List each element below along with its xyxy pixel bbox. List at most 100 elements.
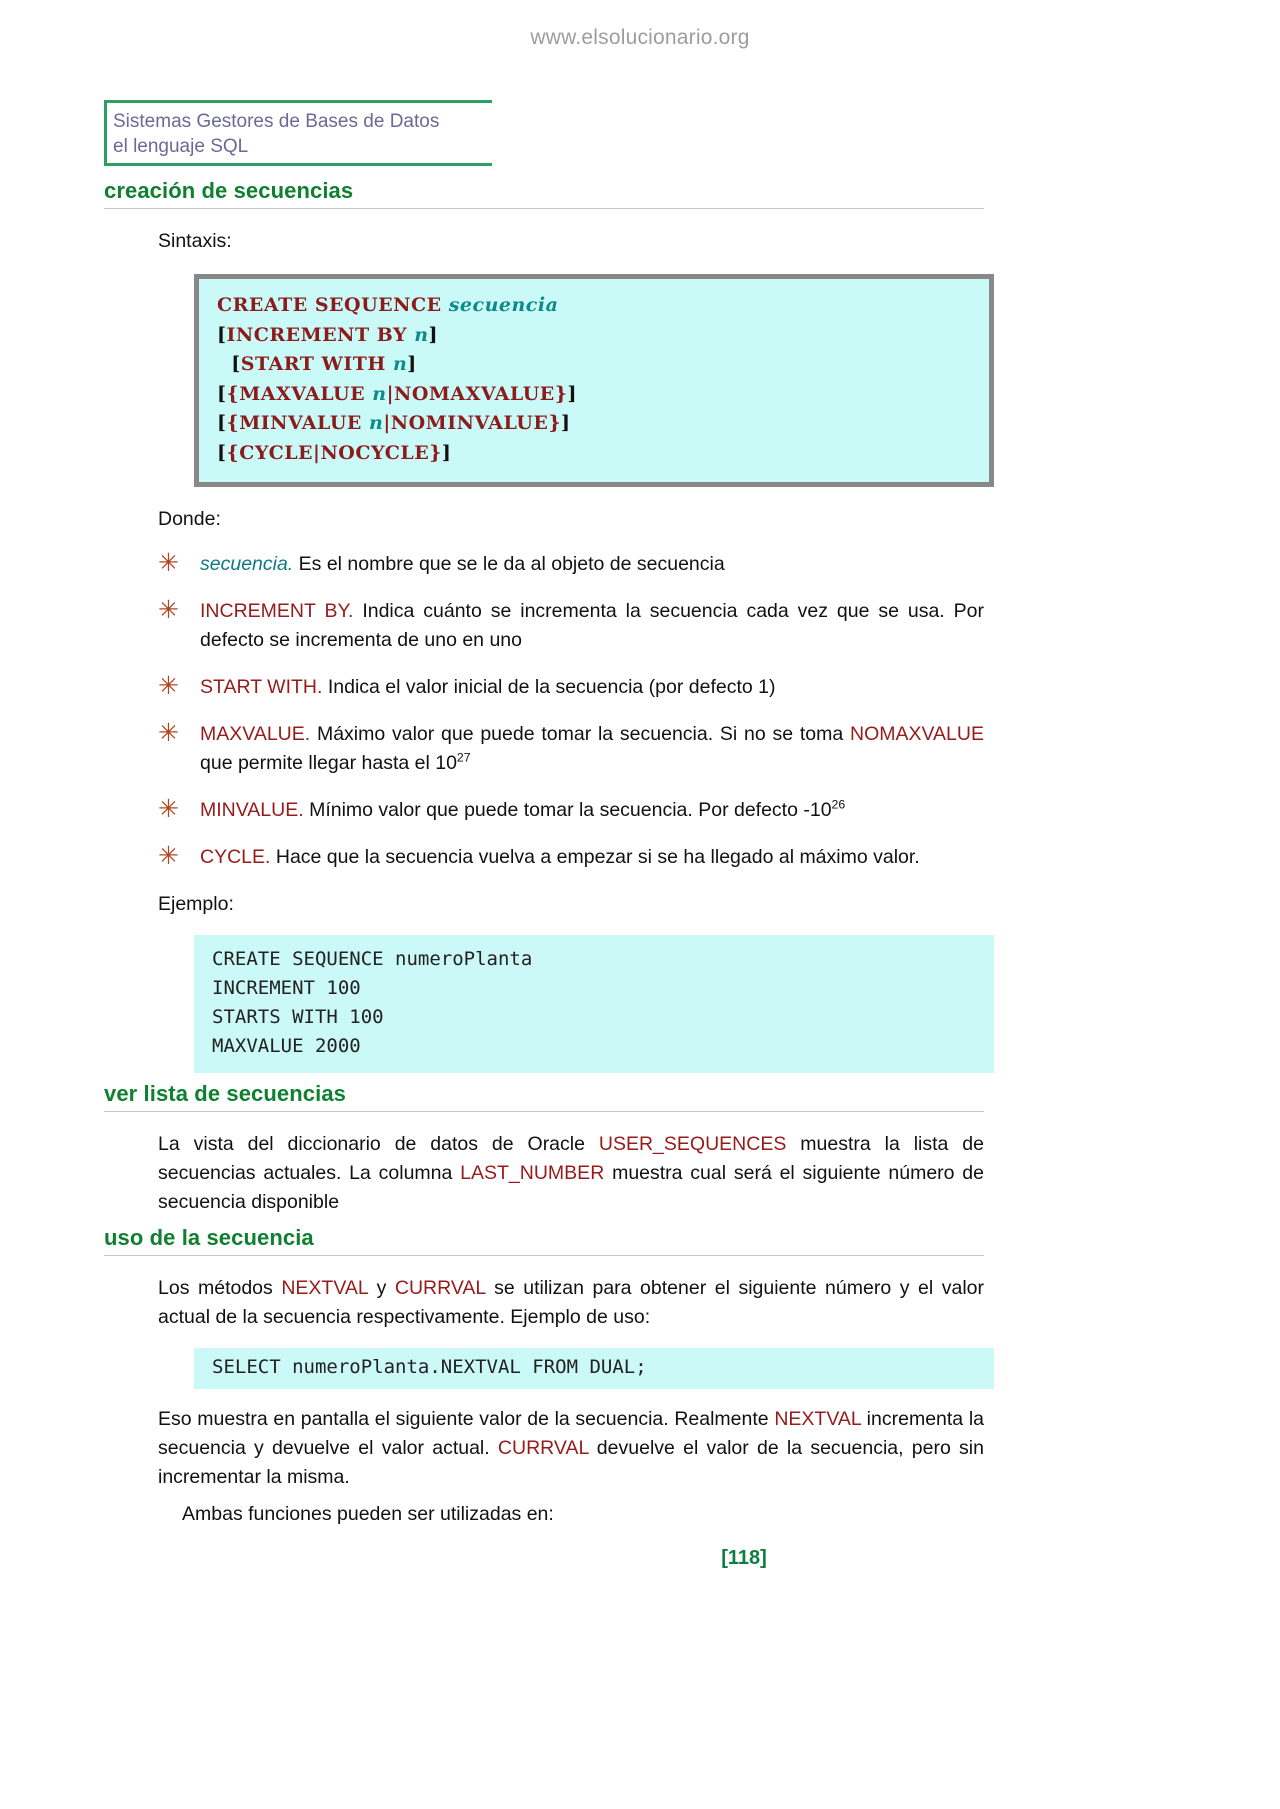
keyword-nextval-1: NEXTVAL (281, 1277, 369, 1299)
syntax-token: {CYCLE|NOCYCLE} (226, 441, 442, 464)
syntax-token: n (372, 382, 387, 405)
syntax-token: START WITH (240, 353, 393, 375)
syntax-code-line: CREATE SEQUENCE secuencia (217, 291, 971, 321)
bullet-description: Hace que la secuencia vuelva a empezar s… (270, 846, 920, 868)
syntax-token: [ (217, 353, 241, 375)
uso-paragraph-3: Ambas funciones pueden ser utilizadas en… (182, 1503, 554, 1525)
bullet-item: ✳ INCREMENT BY. Indica cuánto se incremen… (104, 597, 984, 655)
asterisk-bullet-icon: ✳ (158, 719, 179, 747)
page-content: Sistemas Gestores de Bases de Datos el l… (104, 100, 994, 1570)
syntax-token: n (392, 353, 408, 375)
section-heading-ver-lista-de-secuencias: ver lista de secuencias (104, 1081, 984, 1112)
keyword-last-number: LAST_NUMBER (460, 1162, 605, 1184)
example-code-block: CREATE SEQUENCE numeroPlanta INCREMENT 10… (194, 935, 994, 1073)
page-number: [118] (721, 1547, 767, 1569)
syntax-token: ] (407, 353, 417, 375)
uso-paragraph-2: Eso muestra en pantalla el siguiente val… (104, 1405, 984, 1492)
asterisk-bullet-icon: ✳ (158, 842, 179, 870)
bullet-text: INCREMENT BY. Indica cuánto se increment… (200, 597, 984, 655)
bullet-description: Máximo valor que puede tomar la secuenci… (310, 723, 850, 745)
bullet-inline-keyword: NOMAXVALUE (849, 723, 984, 745)
exponent: 27 (456, 750, 471, 765)
sintaxis-label: Sintaxis: (158, 230, 232, 252)
syntax-code-inner: CREATE SEQUENCE secuencia [INCREMENT BY n… (199, 279, 989, 482)
syntax-token: ] (567, 382, 578, 405)
syntax-token: {MINVALUE (226, 412, 369, 434)
uso2-text-1: Eso muestra en pantalla el siguiente val… (158, 1408, 775, 1430)
bullet-description: Indica el valor inicial de la secuencia … (322, 676, 776, 698)
syntax-token: [ (217, 382, 227, 405)
syntax-token: [ (217, 412, 227, 434)
syntax-token: ] (441, 441, 452, 464)
bullet-text: START WITH. Indica el valor inicial de l… (200, 673, 984, 702)
syntax-token: ] (428, 323, 439, 346)
document-page: www.elsolucionario.org Sistemas Gestores… (0, 0, 1280, 1809)
parameter-bullet-list: ✳ secuencia. Es el nombre que se le da al… (104, 550, 984, 872)
syntax-token: |NOMAXVALUE} (386, 382, 568, 405)
bullet-item: ✳ MAXVALUE. Máximo valor que puede tomar … (104, 720, 984, 778)
syntax-token: n (414, 323, 429, 346)
syntax-token: {MAXVALUE (226, 382, 373, 405)
asterisk-bullet-icon: ✳ (158, 795, 179, 823)
ver-lista-text-1: La vista del diccionario de datos de Ora… (158, 1133, 599, 1155)
bullet-term: MINVALUE. (200, 799, 304, 821)
running-header-line-1: Sistemas Gestores de Bases de Datos (113, 111, 440, 132)
keyword-nextval-2: NEXTVAL (774, 1408, 862, 1430)
exponent: 26 (831, 797, 846, 812)
syntax-code-lines: CREATE SEQUENCE secuencia [INCREMENT BY n… (217, 291, 971, 468)
syntax-code-line: [START WITH n] (217, 350, 971, 380)
asterisk-bullet-icon: ✳ (158, 549, 179, 577)
bullet-text: MINVALUE. Mínimo valor que puede tomar l… (200, 796, 984, 825)
running-header-box: Sistemas Gestores de Bases de Datos el l… (104, 100, 492, 166)
asterisk-bullet-icon: ✳ (158, 596, 179, 624)
section-heading-creacion-de-secuencias: creación de secuencias (104, 178, 984, 209)
syntax-token: n (369, 412, 384, 434)
example-code-line: STARTS WITH 100 (212, 1006, 384, 1028)
bullet-description: Es el nombre que se le da al objeto de s… (293, 553, 725, 575)
section-heading-uso-de-la-secuencia: uso de la secuencia (104, 1225, 984, 1256)
bullet-item: ✳ MINVALUE. Mínimo valor que puede tomar … (104, 796, 984, 825)
bullet-term: secuencia. (200, 553, 294, 575)
syntax-token: ] (561, 412, 571, 434)
syntax-token: |NOMINVALUE} (383, 412, 562, 434)
keyword-currval-2: CURRVAL (497, 1437, 589, 1459)
site-watermark: www.elsolucionario.org (530, 26, 750, 49)
bullet-description-2: que permite llegar hasta el 10 (200, 752, 457, 774)
bullet-term: START WITH. (200, 676, 323, 698)
syntax-code-block: CREATE SEQUENCE secuencia [INCREMENT BY n… (194, 274, 994, 487)
keyword-currval-1: CURRVAL (394, 1277, 486, 1299)
select-code-line: SELECT numeroPlanta.NEXTVAL FROM DUAL; (212, 1356, 647, 1378)
example-code-line: MAXVALUE 2000 (212, 1035, 361, 1057)
select-code-block: SELECT numeroPlanta.NEXTVAL FROM DUAL; (194, 1348, 994, 1389)
syntax-token: [ (217, 323, 227, 346)
bullet-term: MAXVALUE. (200, 723, 311, 745)
ejemplo-label: Ejemplo: (158, 893, 234, 915)
bullet-item: ✳ secuencia. Es el nombre que se le da al… (104, 550, 984, 579)
syntax-token: secuencia (448, 294, 559, 316)
uso-text-2: y (368, 1277, 395, 1299)
bullet-text: secuencia. Es el nombre que se le da al … (200, 550, 984, 579)
donde-label: Donde: (158, 508, 221, 530)
ver-lista-paragraph: La vista del diccionario de datos de Ora… (104, 1130, 984, 1217)
syntax-code-line: [{MAXVALUE n|NOMAXVALUE}] (217, 380, 971, 410)
bullet-item: ✳ START WITH. Indica el valor inicial de … (104, 673, 984, 702)
example-code-line: INCREMENT 100 (212, 977, 361, 999)
bullet-description: Mínimo valor que puede tomar la secuenci… (303, 799, 832, 821)
example-code-line: CREATE SEQUENCE numeroPlanta (212, 948, 533, 970)
asterisk-bullet-icon: ✳ (158, 672, 179, 700)
keyword-user-sequences: USER_SEQUENCES (598, 1133, 787, 1155)
syntax-code-line: [{CYCLE|NOCYCLE}] (217, 439, 971, 469)
bullet-text: MAXVALUE. Máximo valor que puede tomar l… (200, 720, 984, 778)
bullet-term: CYCLE. (200, 846, 271, 868)
bullet-text: CYCLE. Hace que la secuencia vuelva a em… (200, 843, 984, 872)
syntax-token: [ (217, 441, 227, 464)
bullet-item: ✳ CYCLE. Hace que la secuencia vuelva a e… (104, 843, 984, 872)
syntax-token: INCREMENT BY (226, 323, 415, 346)
uso-text-1: Los métodos (158, 1277, 282, 1299)
bullet-term: INCREMENT BY. (200, 600, 354, 622)
syntax-token: CREATE SEQUENCE (217, 294, 449, 316)
uso-paragraph-1: Los métodos NEXTVAL y CURRVAL se utiliza… (104, 1274, 984, 1332)
running-header-line-2: el lenguaje SQL (113, 136, 249, 157)
syntax-code-line: [INCREMENT BY n] (217, 321, 971, 351)
syntax-code-line: [{MINVALUE n|NOMINVALUE}] (217, 409, 971, 439)
